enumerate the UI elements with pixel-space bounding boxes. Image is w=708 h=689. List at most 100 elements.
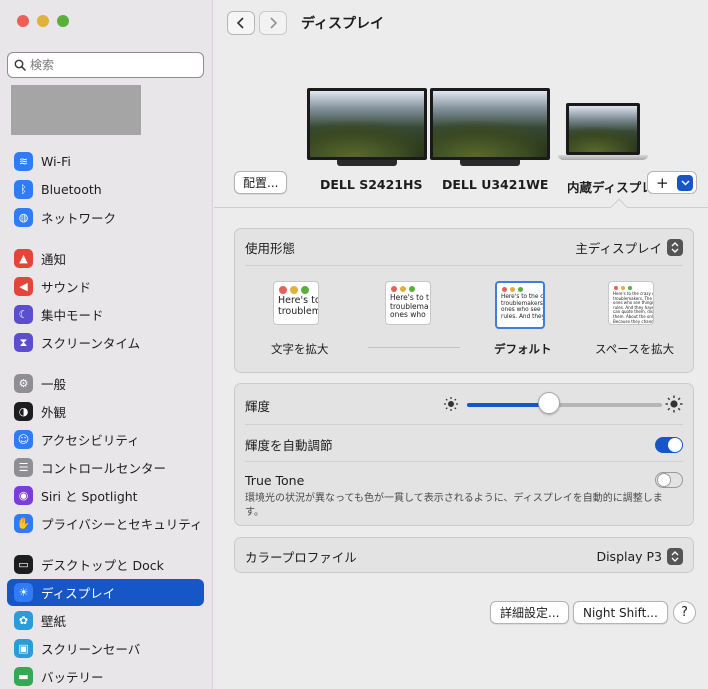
accessibility-icon: ☺ [14, 430, 33, 449]
sample-text: troublemakers. [501, 300, 545, 307]
sidebar-item[interactable]: ≋ Wi-Fi [7, 148, 204, 175]
sidebar-item-label: Wi-Fi [41, 154, 71, 169]
monitor-label[interactable]: DELL S2421HS [320, 177, 422, 192]
search-field[interactable] [7, 52, 204, 78]
color-profile-label: カラープロファイル [245, 550, 357, 565]
zoom-window-button[interactable] [57, 15, 69, 27]
option-label: スペースを拡大 [595, 342, 675, 356]
sidebar-item-label: サウンド [41, 280, 92, 295]
sidebar-item[interactable]: ▭ デスクトップと Dock [7, 551, 204, 578]
sidebar-item[interactable]: ᛒ Bluetooth [7, 176, 204, 203]
auto-brightness-label: 輝度を自動調節 [245, 438, 333, 453]
sidebar-item[interactable]: ◉ Siri と Spotlight [7, 482, 204, 509]
sidebar-item[interactable]: ▲ 通知 [7, 245, 204, 272]
arrange-button[interactable]: 配置... [234, 171, 288, 194]
wifi-icon: ≋ [14, 152, 33, 171]
speaker-icon: ◀ [14, 277, 33, 296]
color-profile-value: Display P3 [596, 549, 662, 564]
true-tone-toggle[interactable] [655, 472, 683, 488]
flower-icon: ✿ [14, 611, 33, 630]
sun-small-icon [444, 397, 458, 411]
true-tone-row: True Tone [245, 472, 683, 488]
sidebar-item[interactable]: ▬ バッテリー [7, 663, 204, 689]
slider-thumb[interactable] [537, 392, 560, 414]
option-label: デフォルト [494, 342, 552, 356]
sample-text: troublem [278, 305, 319, 317]
sidebar-item-label: 通知 [41, 252, 67, 267]
advanced-button[interactable]: 詳細設定... [490, 601, 570, 624]
close-window-button[interactable] [17, 15, 29, 27]
resolution-option-2[interactable]: Here's to t troublema ones who [385, 281, 431, 325]
chevron-right-icon [270, 17, 278, 29]
toolbar: ディスプレイ [227, 11, 384, 35]
sidebar-item[interactable]: ◍ ネットワーク [7, 204, 204, 231]
sidebar-item[interactable]: ☰ コントロールセンター [7, 454, 204, 481]
laptop-base [558, 155, 648, 160]
search-input[interactable] [30, 58, 190, 72]
usage-popup[interactable]: 主ディスプレイ [575, 238, 683, 257]
sidebar-item-label: ディスプレイ [41, 586, 116, 601]
monitor-builtin[interactable] [558, 103, 648, 160]
sample-text: Here's to the cr [501, 294, 545, 300]
hourglass-icon: ⧗ [14, 333, 33, 352]
sun-large-icon [665, 395, 683, 413]
sidebar-item[interactable]: ◀ サウンド [7, 273, 204, 300]
sidebar-item[interactable]: ☺ アクセシビリティ [7, 426, 204, 453]
brightness-slider[interactable] [467, 403, 662, 407]
help-button[interactable]: ? [673, 601, 696, 624]
true-tone-description: 環境光の状況が異なっても色が一貫して表示されるように、ディスプレイを自動的に調整… [245, 493, 663, 518]
gear-icon: ⚙ [14, 374, 33, 393]
sidebar-item[interactable]: ◑ 外観 [7, 398, 204, 425]
divider [245, 265, 683, 266]
back-button[interactable] [227, 11, 255, 35]
main-pane: ディスプレイ 配置... DELL S2421HS DELL U3421WE 内… [214, 0, 708, 689]
siri-icon: ◉ [14, 486, 33, 505]
monitor-screen [307, 88, 427, 160]
sidebar-item[interactable]: ⧗ スクリーンタイム [7, 329, 204, 356]
color-profile-popup[interactable]: Display P3 [596, 548, 683, 565]
control-center-icon: ☰ [14, 458, 33, 477]
resolution-option-larger-text[interactable]: Here's to troublem [273, 281, 319, 325]
globe-icon: ◍ [14, 208, 33, 227]
brightness-label: 輝度 [245, 399, 271, 414]
sample-text: ones who [390, 310, 426, 320]
chevron-left-icon [236, 17, 244, 29]
sidebar-item[interactable]: ☾ 集中モード [7, 301, 204, 328]
night-shift-button[interactable]: Night Shift... [573, 601, 668, 624]
sidebar-item-label: 壁紙 [41, 614, 67, 629]
screensaver-icon: ▣ [14, 639, 33, 658]
add-display-button[interactable]: + [647, 171, 697, 194]
monitor-label[interactable]: 内蔵ディスプレ [567, 177, 647, 196]
account-banner[interactable] [11, 85, 141, 135]
color-profile-panel: カラープロファイル Display P3 [234, 537, 694, 573]
option-placeholder-line [368, 347, 460, 348]
resolution-thumbnail: Here's to the crazy onestroublemakers. T… [608, 281, 654, 325]
plus-icon: + [656, 173, 669, 192]
resolution-thumbnail: Here's to t troublema ones who [385, 281, 431, 325]
updown-arrows-icon [667, 239, 683, 256]
forward-button[interactable] [259, 11, 287, 35]
updown-arrows-icon [667, 548, 683, 565]
minimize-window-button[interactable] [37, 15, 49, 27]
sidebar-item-label: スクリーンセーバ [41, 642, 141, 657]
usage-label: 使用形態 [245, 241, 296, 256]
monitor-dell-u3421we[interactable] [430, 88, 550, 166]
resolution-option-more-space[interactable]: Here's to the crazy onestroublemakers. T… [608, 281, 654, 325]
sidebar-item[interactable]: ✋ プライバシーとセキュリティ [7, 510, 204, 537]
monitor-dell-s2421hs[interactable] [307, 88, 427, 166]
option-label: 文字を拡大 [271, 342, 329, 356]
page-title: ディスプレイ [301, 16, 385, 32]
window-controls [17, 15, 69, 27]
selection-caret [610, 198, 628, 216]
monitor-stand [460, 160, 520, 166]
sidebar: ≋ Wi-Fi ᛒ Bluetooth ◍ ネットワーク ▲ 通知 ◀ サウンド ☾ 集中モード ⧗ スク… [0, 0, 213, 689]
sidebar-item[interactable]: ☀ ディスプレイ [7, 579, 204, 606]
sidebar-item[interactable]: ▣ スクリーンセーバ [7, 635, 204, 662]
sidebar-item[interactable]: ✿ 壁紙 [7, 607, 204, 634]
sidebar-item-label: Siri と Spotlight [41, 489, 138, 504]
display-arrangement: 配置... DELL S2421HS DELL U3421WE 内蔵ディスプレ … [214, 40, 708, 216]
monitor-label[interactable]: DELL U3421WE [442, 177, 548, 192]
sidebar-item[interactable]: ⚙ 一般 [7, 370, 204, 397]
auto-brightness-toggle[interactable] [655, 436, 683, 453]
resolution-option-default[interactable]: Here's to the cr troublemakers. ones who s… [495, 281, 545, 329]
